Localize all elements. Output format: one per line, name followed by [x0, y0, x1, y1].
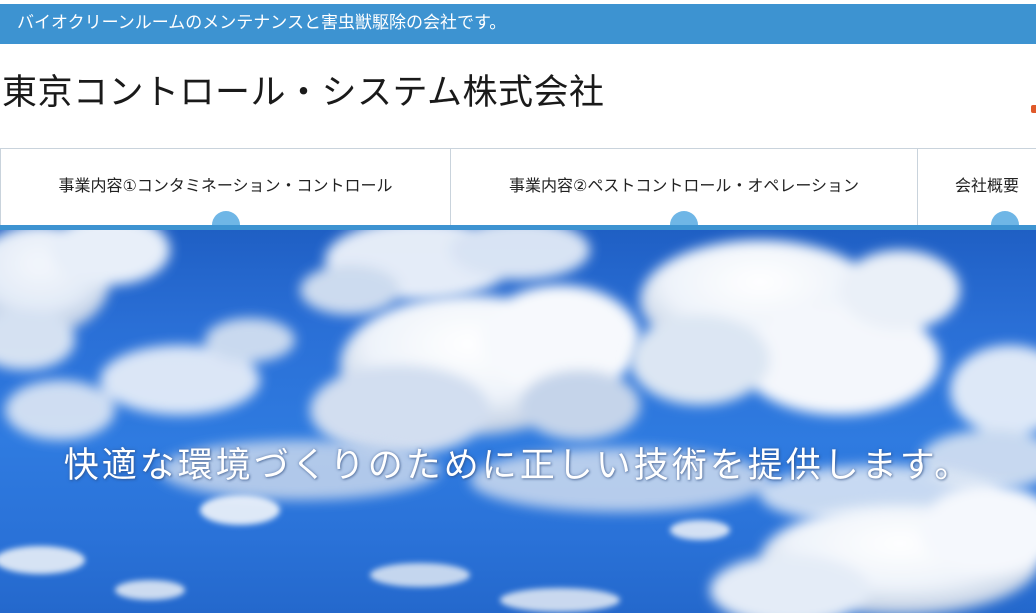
- header-decoration: [1031, 105, 1036, 113]
- nav-item-label: 事業内容②ペストコントロール・オペレーション: [508, 176, 860, 195]
- tagline-bar: バイオクリーンルームのメンテナンスと害虫獣駆除の会社です。: [0, 4, 1036, 44]
- page: バイオクリーンルームのメンテナンスと害虫獣駆除の会社です。 東京コントロール・シ…: [0, 0, 1036, 613]
- global-nav: 事業内容①コンタミネーション・コントロール 事業内容②ペストコントロール・オペレ…: [0, 148, 1036, 239]
- site-title[interactable]: 東京コントロール・システム株式会社: [2, 64, 604, 115]
- hero-banner: 快適な環境づくりのために正しい技術を提供します。: [0, 230, 1036, 613]
- nav-item-company-profile[interactable]: 会社概要: [918, 149, 1036, 239]
- tagline-text: バイオクリーンルームのメンテナンスと害虫獣駆除の会社です。: [17, 13, 507, 33]
- nav-item-pest-control[interactable]: 事業内容②ペストコントロール・オペレーション: [451, 149, 918, 239]
- nav-underline: [0, 225, 1036, 230]
- nav-item-label: 事業内容①コンタミネーション・コントロール: [58, 176, 393, 195]
- sky-clouds-image: [0, 230, 1036, 613]
- hero-headline: 快適な環境づくりのために正しい技術を提供します。: [63, 446, 973, 486]
- nav-item-label: 会社概要: [955, 176, 1020, 195]
- nav-item-contamination-control[interactable]: 事業内容①コンタミネーション・コントロール: [0, 149, 451, 239]
- site-header: 東京コントロール・システム株式会社: [0, 44, 1036, 148]
